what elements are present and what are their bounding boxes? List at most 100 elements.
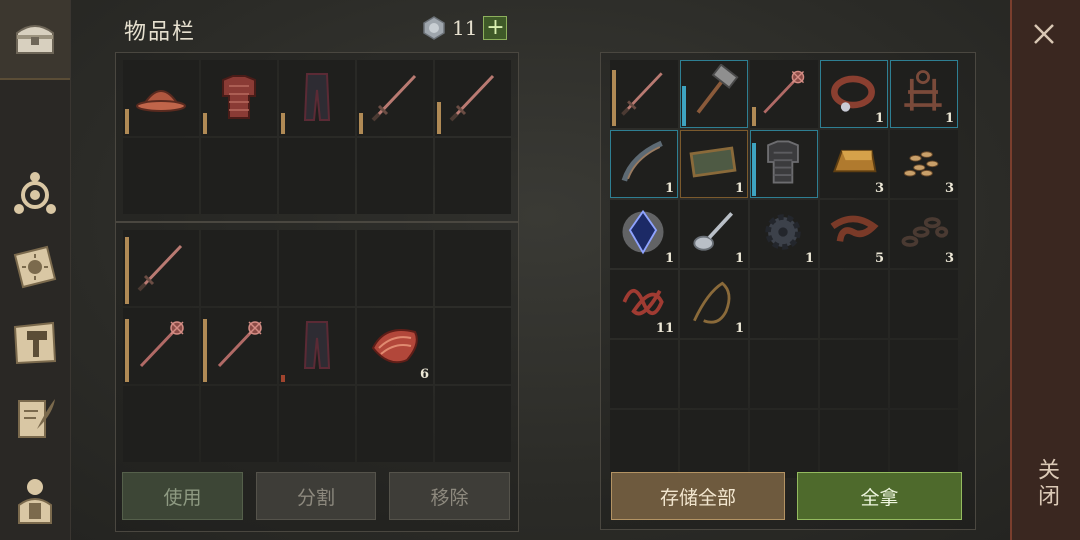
inventory-slot-empty[interactable] — [123, 386, 199, 462]
use-button[interactable]: 使用 — [122, 472, 243, 520]
equipment-slot-empty[interactable] — [123, 138, 199, 214]
storage-slot-empty[interactable] — [820, 340, 888, 408]
storage-slot-empty[interactable] — [890, 410, 958, 478]
item-quantity: 1 — [944, 111, 954, 126]
equipment-slot-helmet[interactable] — [123, 60, 199, 136]
durability-bar — [281, 113, 285, 134]
saddle-frame-icon — [904, 70, 942, 111]
close-icon[interactable] — [1024, 14, 1064, 54]
storage-slot-gear[interactable]: 1 — [750, 200, 818, 268]
equipment-slot-empty[interactable] — [357, 138, 433, 214]
seeds-icon — [903, 151, 939, 177]
rope-icon — [693, 281, 731, 324]
sidebar-item-quests[interactable] — [4, 388, 66, 450]
durability-bar — [203, 319, 207, 382]
storage-slot-chain[interactable]: 3 — [890, 200, 958, 268]
storage-slot-scale-armor[interactable] — [750, 130, 818, 198]
sun-book-icon — [13, 245, 57, 289]
inventory-slot-empty[interactable] — [435, 386, 511, 462]
storage-slot-leather-strap[interactable]: 5 — [820, 200, 888, 268]
inventory-slot-empty[interactable] — [357, 230, 433, 306]
equipment-slot-empty[interactable] — [279, 138, 355, 214]
inventory-slot-empty[interactable] — [201, 230, 277, 306]
inventory-slot-empty[interactable] — [201, 386, 277, 462]
equipment-slot-chainmail[interactable] — [201, 60, 277, 136]
equipment-slot-sword[interactable] — [357, 60, 433, 136]
storage-slot-tangled-rope[interactable]: 11 — [610, 270, 678, 338]
equipment-slot-leather-pants[interactable] — [279, 60, 355, 136]
equipment-slot-empty[interactable] — [435, 138, 511, 214]
storage-slot-empty[interactable] — [890, 340, 958, 408]
storage-slot-empty[interactable] — [750, 270, 818, 338]
item-quantity: 3 — [874, 181, 884, 196]
storage-slot-empty[interactable] — [680, 340, 748, 408]
storage-slot-empty[interactable] — [610, 410, 678, 478]
durability-bar — [359, 113, 363, 134]
sword-icon — [621, 72, 663, 116]
sidebar-item-inventory[interactable] — [0, 0, 70, 80]
storage-slot-saddle-frame[interactable]: 1 — [890, 60, 958, 128]
take-all-button[interactable]: 全拿 — [797, 472, 962, 520]
collar-icon — [831, 75, 875, 112]
page-title: 物品栏 — [124, 20, 197, 45]
slate-board-icon — [689, 146, 737, 178]
item-quantity: 3 — [944, 181, 954, 196]
inventory-slot-sword[interactable] — [123, 230, 199, 306]
equipment-slot-sword[interactable] — [435, 60, 511, 136]
inventory-slot-mace-spear[interactable] — [123, 308, 199, 384]
leather-strap-icon — [830, 215, 879, 242]
equipment-grid — [123, 60, 511, 214]
skills-icon — [14, 172, 56, 214]
currency-display: 11 + — [422, 16, 508, 40]
bacon-icon — [371, 329, 418, 364]
gold-ingot-icon — [833, 149, 877, 173]
storage-slot-spoon[interactable]: 1 — [680, 200, 748, 268]
sidebar-item-character[interactable] — [4, 468, 66, 530]
storage-slot-empty[interactable] — [820, 270, 888, 338]
storage-slot-gold-ingot[interactable]: 3 — [820, 130, 888, 198]
sidebar-item-crafting[interactable] — [4, 312, 66, 374]
inventory-slot-empty[interactable] — [279, 386, 355, 462]
storage-slot-mace-spear[interactable] — [750, 60, 818, 128]
inventory-slot-empty[interactable] — [357, 386, 433, 462]
sidebar-item-skills[interactable] — [4, 162, 66, 224]
storage-slot-empty[interactable] — [890, 270, 958, 338]
crystal-icon — [622, 209, 664, 255]
inventory-slot-empty[interactable] — [435, 308, 511, 384]
storage-slot-empty[interactable] — [750, 340, 818, 408]
equipment-slot-empty[interactable] — [201, 138, 277, 214]
storage-slot-empty[interactable] — [610, 340, 678, 408]
inventory-slot-leather-pants[interactable] — [279, 308, 355, 384]
add-currency-button[interactable]: + — [483, 16, 508, 40]
storage-slot-bow[interactable]: 1 — [610, 130, 678, 198]
silver-coin-icon — [423, 16, 445, 40]
inventory-slot-empty[interactable] — [279, 230, 355, 306]
storage-slot-rope[interactable]: 1 — [680, 270, 748, 338]
item-quantity: 1 — [734, 251, 744, 266]
store-all-button[interactable]: 存储全部 — [611, 472, 785, 520]
storage-slot-collar[interactable]: 1 — [820, 60, 888, 128]
storage-slot-empty[interactable] — [750, 410, 818, 478]
sledgehammer-icon — [696, 64, 739, 114]
storage-slot-sword[interactable] — [610, 60, 678, 128]
sidebar-item-journal[interactable] — [4, 236, 66, 298]
leather-pants-icon — [303, 321, 331, 369]
storage-slot-slate-board[interactable]: 1 — [680, 130, 748, 198]
storage-slot-sledgehammer[interactable] — [680, 60, 748, 128]
storage-slot-crystal[interactable]: 1 — [610, 200, 678, 268]
inventory-slot-empty[interactable] — [435, 230, 511, 306]
durability-bar — [125, 319, 129, 382]
storage-slot-empty[interactable] — [680, 410, 748, 478]
close-button-label[interactable]: 关闭 — [1028, 458, 1062, 510]
storage-slot-empty[interactable] — [820, 410, 888, 478]
split-button[interactable]: 分割 — [256, 472, 376, 520]
sword-icon — [449, 74, 495, 122]
chainmail-icon — [222, 75, 256, 119]
durability-bar — [281, 375, 285, 382]
mace-spear-icon — [763, 70, 805, 114]
inventory-slot-mace-spear[interactable] — [201, 308, 277, 384]
remove-button[interactable]: 移除 — [389, 472, 510, 520]
storage-slot-seeds[interactable]: 3 — [890, 130, 958, 198]
item-quantity: 1 — [874, 111, 884, 126]
inventory-slot-bacon[interactable]: 6 — [357, 308, 433, 384]
